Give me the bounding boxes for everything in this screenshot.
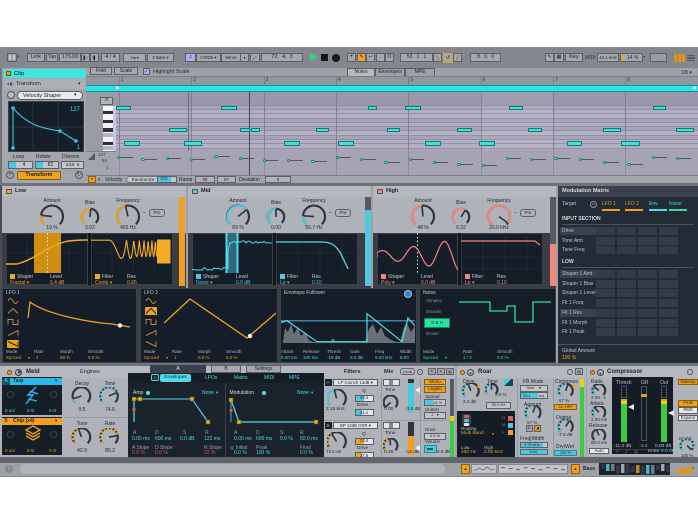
svg-text:1: 1 [77,145,81,151]
svg-text:127: 127 [70,107,81,113]
